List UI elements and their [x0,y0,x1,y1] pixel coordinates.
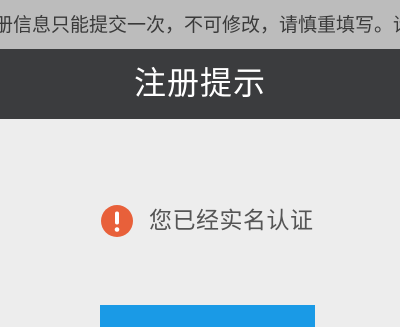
registration-notice-strip: 册信息只能提交一次，不可修改，请慎重填写。请 [0,0,400,49]
alert-exclamation-icon [101,205,133,237]
dialog-message: 您已经实名认证 [149,207,314,234]
dialog-title: 注册提示 [133,64,266,102]
dialog-body: 您已经实名认证 [0,119,400,327]
dialog-message-row: 您已经实名认证 [101,203,314,239]
dialog-title-bar: 注册提示 [0,49,400,119]
confirm-button[interactable] [100,305,315,327]
registration-notice-text: 册信息只能提交一次，不可修改，请慎重填写。请 [0,14,400,36]
